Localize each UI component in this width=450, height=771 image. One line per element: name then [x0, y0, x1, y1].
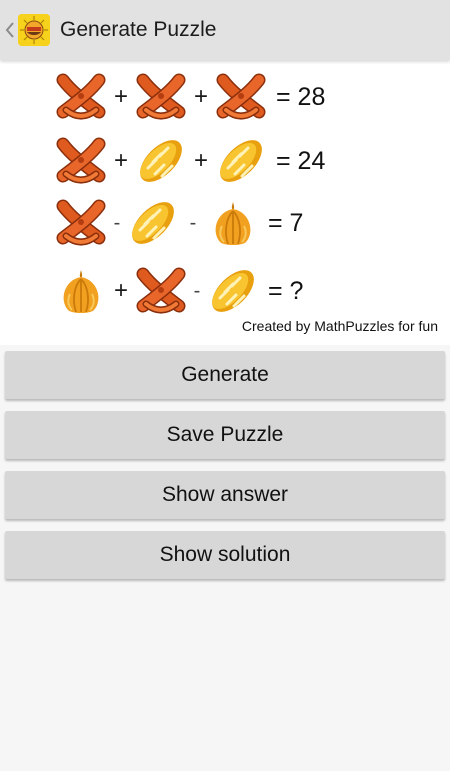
equation-result: = ?	[268, 276, 304, 305]
show-answer-button[interactable]: Show answer	[5, 471, 445, 519]
puzzle-row-4: + - = ?	[54, 264, 303, 318]
puzzle-row-3: - - = 7	[54, 196, 303, 250]
sausage-icon	[54, 70, 108, 124]
puzzle-area: + + = 28 + + = 24 - - = 7 + - = ? Create…	[0, 60, 450, 345]
bread-icon	[126, 196, 180, 250]
garlic-icon	[206, 196, 260, 250]
equation-result: = 28	[276, 82, 326, 111]
generate-button[interactable]: Generate	[5, 351, 445, 399]
app-bar: Generate Puzzle	[0, 0, 450, 60]
credit-text: Created by MathPuzzles for fun	[241, 318, 438, 334]
operator-minus: -	[189, 211, 197, 234]
operator-plus: +	[113, 83, 128, 110]
bread-icon	[206, 264, 260, 318]
sausage-icon	[54, 134, 108, 188]
operator-plus: +	[193, 83, 208, 110]
operator-minus: -	[193, 279, 201, 302]
bread-icon	[134, 134, 188, 188]
button-panel: Generate Save Puzzle Show answer Show so…	[0, 345, 450, 579]
bread-icon	[214, 134, 268, 188]
puzzle-row-2: + + = 24	[54, 134, 325, 188]
operator-plus: +	[193, 147, 208, 174]
sausage-icon	[134, 70, 188, 124]
operator-plus: +	[113, 277, 128, 304]
equation-result: = 7	[268, 208, 304, 237]
equation-result: = 24	[276, 146, 326, 175]
operator-minus: -	[113, 211, 121, 234]
operator-plus: +	[113, 147, 128, 174]
app-logo-icon	[18, 14, 50, 46]
show-solution-button[interactable]: Show solution	[5, 531, 445, 579]
page-title: Generate Puzzle	[60, 18, 217, 41]
save-puzzle-button[interactable]: Save Puzzle	[5, 411, 445, 459]
back-chevron-icon[interactable]	[4, 21, 16, 39]
sausage-icon	[214, 70, 268, 124]
sausage-icon	[54, 196, 108, 250]
sausage-icon	[134, 264, 188, 318]
garlic-icon	[54, 264, 108, 318]
puzzle-row-1: + + = 28	[54, 70, 325, 124]
